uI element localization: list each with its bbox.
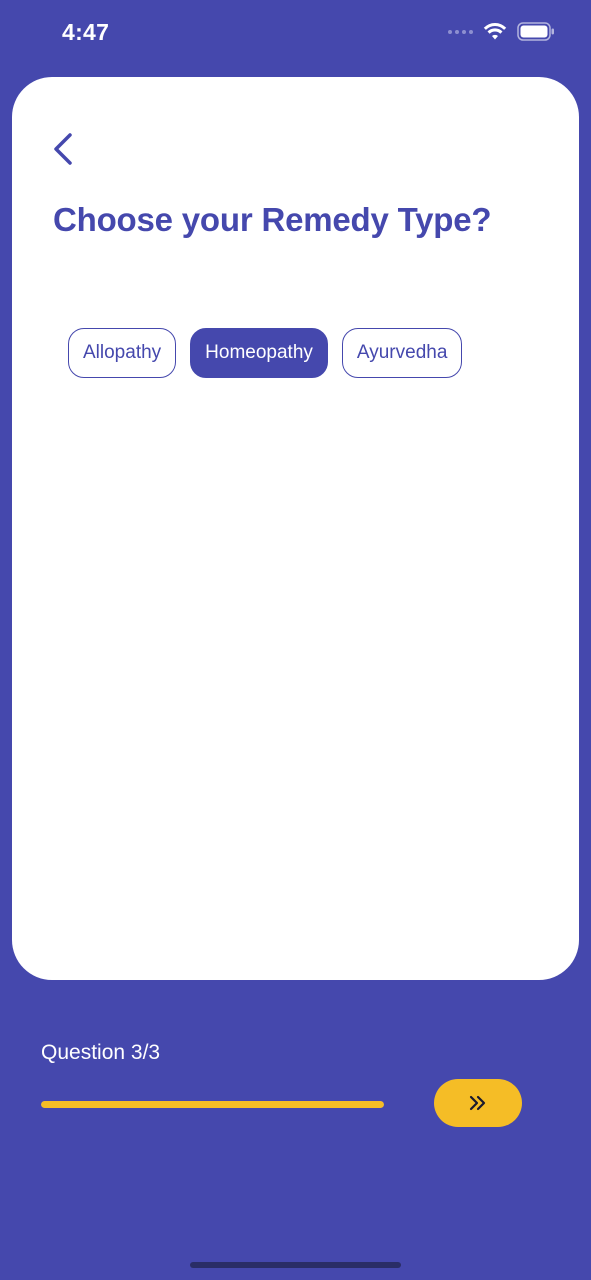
double-chevron-right-icon [469, 1095, 486, 1111]
remedy-options: Allopathy Homeopathy Ayurvedha [68, 328, 463, 378]
status-icons [448, 22, 555, 41]
progress-bar [41, 1101, 384, 1108]
chevron-left-icon [54, 133, 72, 165]
page-title: Choose your Remedy Type? [53, 201, 492, 238]
option-ayurvedha[interactable]: Ayurvedha [341, 328, 463, 378]
question-counter: Question 3/3 [41, 1041, 161, 1064]
battery-icon [517, 22, 554, 41]
status-time: 4:47 [62, 19, 110, 45]
wifi-icon [483, 22, 507, 39]
option-homeopathy[interactable]: Homeopathy [190, 328, 328, 378]
option-allopathy[interactable]: Allopathy [68, 328, 177, 378]
progress-fill [41, 1101, 384, 1108]
signal-icon [448, 29, 473, 34]
back-button[interactable] [50, 131, 80, 167]
next-button[interactable] [434, 1079, 522, 1127]
question-card: Choose your Remedy Type? Allopathy Homeo… [12, 77, 579, 980]
home-indicator [190, 1262, 401, 1268]
